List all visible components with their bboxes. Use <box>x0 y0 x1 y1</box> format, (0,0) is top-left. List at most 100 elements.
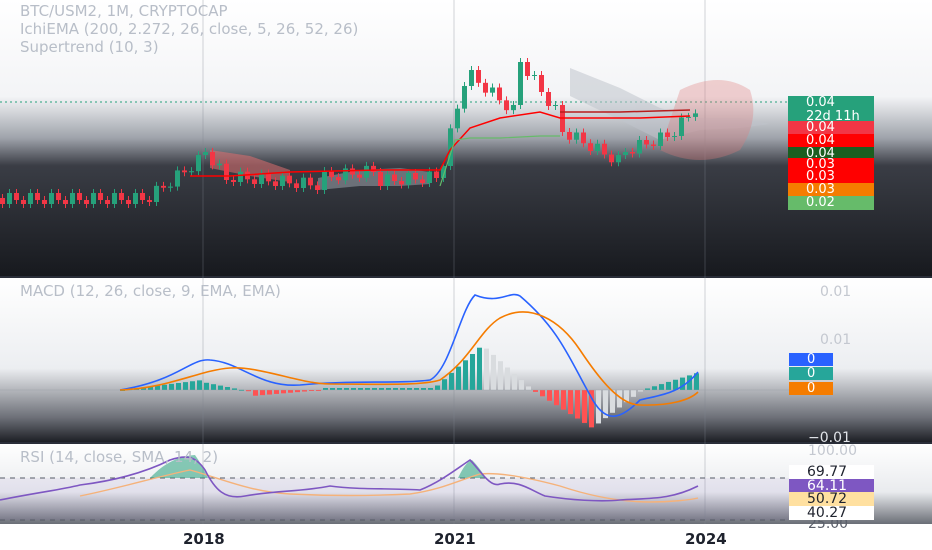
macd-bar <box>554 390 559 406</box>
candle <box>553 105 558 106</box>
candle <box>609 154 614 163</box>
macd-axis-label: 0.01 <box>820 284 852 300</box>
candle <box>77 193 82 200</box>
candle <box>203 152 208 155</box>
candle <box>539 75 544 92</box>
macd-bar <box>540 390 545 397</box>
macd-bar <box>575 390 580 419</box>
candle <box>315 185 320 190</box>
macd-bar <box>582 390 587 423</box>
histogram-value-tag: 0 <box>789 367 833 380</box>
candle <box>105 200 110 204</box>
candle <box>98 193 103 200</box>
candle <box>630 152 635 154</box>
candle <box>350 168 355 175</box>
candle <box>140 193 145 200</box>
macd-bar <box>470 354 475 390</box>
macd-bar <box>218 385 223 390</box>
candle <box>294 183 299 188</box>
candle <box>63 200 68 204</box>
candle <box>280 175 285 186</box>
candle <box>273 181 278 186</box>
candle <box>658 132 663 146</box>
candle <box>406 173 411 185</box>
macd-bar <box>526 386 531 390</box>
supertrend-legend[interactable]: Supertrend (10, 3) <box>20 38 159 56</box>
macd-bar <box>666 381 671 390</box>
macd-bar <box>568 390 573 415</box>
candle <box>364 165 369 178</box>
macd-bar <box>456 366 461 390</box>
candle <box>644 140 649 145</box>
rsi-lower-tag: 40.27 <box>789 506 874 520</box>
macd-bar <box>491 354 496 390</box>
signal-value-tag: 0 <box>789 382 833 395</box>
candle <box>378 172 383 186</box>
macd-bar <box>162 384 167 390</box>
rsi-band <box>0 478 790 520</box>
candle <box>616 155 621 163</box>
candle <box>525 62 530 76</box>
candle <box>231 180 236 182</box>
candle <box>595 143 600 151</box>
macd-value-tag: 0 <box>789 353 833 366</box>
candle <box>329 171 334 178</box>
candle <box>14 193 19 200</box>
symbol-legend[interactable]: BTC/USM2, 1M, CRYPTOCAP <box>20 2 228 20</box>
candle <box>518 62 523 105</box>
candle <box>133 193 138 204</box>
candle <box>147 200 152 202</box>
candle <box>623 152 628 155</box>
macd-bar <box>211 384 216 390</box>
candle <box>322 171 327 190</box>
candle <box>49 193 54 204</box>
macd-bar <box>253 390 258 396</box>
rsi-axis-label: 100.00 <box>808 443 857 459</box>
candle <box>420 179 425 183</box>
macd-bar <box>281 390 286 394</box>
candle <box>70 193 75 204</box>
candle <box>238 171 243 182</box>
macd-bar <box>267 390 272 395</box>
macd-bar <box>547 390 552 401</box>
macd-legend[interactable]: MACD (12, 26, close, 9, EMA, EMA) <box>20 282 281 300</box>
candle <box>511 105 516 111</box>
price-tag-last: 0.04 <box>788 96 874 110</box>
candle <box>168 186 173 188</box>
candle <box>434 171 439 178</box>
macd-bar <box>652 386 657 390</box>
rsi-legend[interactable]: RSI (14, close, SMA, 14, 2) <box>20 448 218 466</box>
candle <box>455 108 460 129</box>
candle <box>126 200 131 204</box>
candle <box>119 193 124 200</box>
candle <box>336 177 341 181</box>
candle <box>427 171 432 183</box>
candle <box>84 200 89 204</box>
macd-bar <box>435 385 440 390</box>
candle <box>497 87 502 101</box>
candle <box>196 155 201 172</box>
candle <box>602 143 607 155</box>
candle <box>91 193 96 204</box>
macd-bar <box>274 390 279 394</box>
macd-bar <box>519 380 524 390</box>
candle <box>371 165 376 172</box>
candle <box>217 163 222 166</box>
rsi-ma-tag: 50.72 <box>789 492 874 506</box>
rsi-upper-tag: 69.77 <box>789 465 874 479</box>
candle <box>112 193 117 204</box>
ichiema-legend[interactable]: IchiEMA (200, 2.272, 26, close, 5, 26, 5… <box>20 20 358 38</box>
macd-bar <box>505 367 510 390</box>
candle <box>385 174 390 186</box>
candle <box>287 175 292 184</box>
macd-bar <box>176 383 181 390</box>
candle <box>7 193 12 204</box>
candle <box>189 171 194 173</box>
candle <box>399 181 404 185</box>
macd-bar <box>659 384 664 390</box>
macd-bar <box>561 390 566 410</box>
candle <box>462 86 467 109</box>
candle <box>651 144 656 146</box>
macd-bar <box>204 382 209 390</box>
candle <box>0 198 5 204</box>
